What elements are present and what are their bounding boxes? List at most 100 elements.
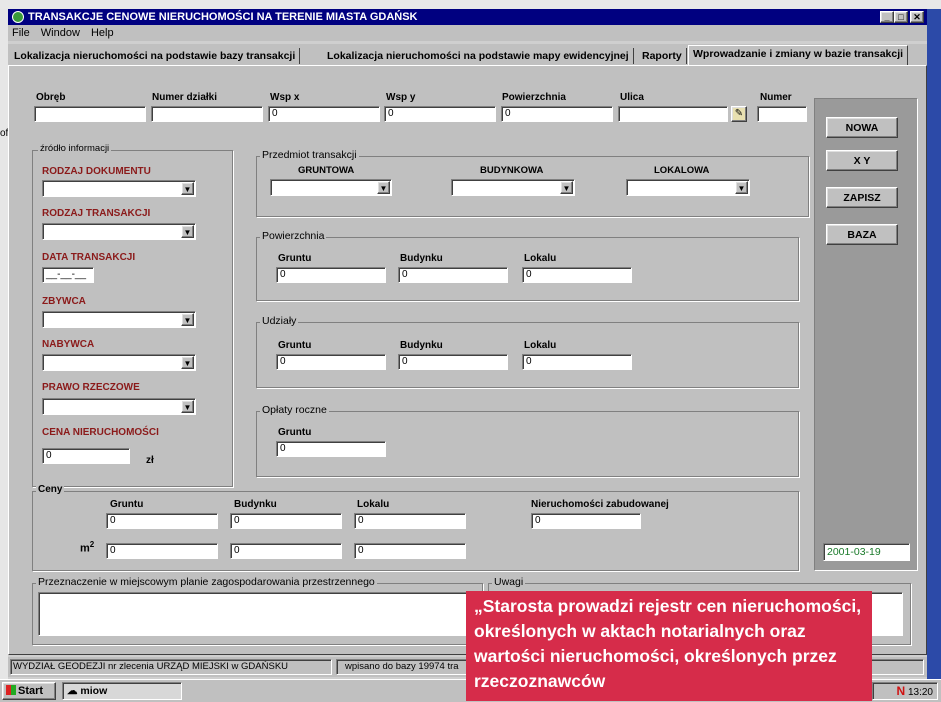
wsp-x-input[interactable]: 0 (268, 106, 380, 122)
pow-gruntu-input[interactable]: 0 (276, 267, 386, 283)
unit-m2-base: m (80, 542, 90, 555)
status-left: WYDZIAŁ GEODEZJI nr zlecenia URZĄD MIEJS… (10, 659, 332, 675)
udz-gruntu-input[interactable]: 0 (276, 354, 386, 370)
window-title: TRANSAKCJE CENOWE NIERUCHOMOŚCI NA TEREN… (28, 11, 418, 23)
zbywca-select[interactable]: ▼ (42, 311, 196, 328)
unit-m2-exponent: 2 (89, 540, 95, 549)
opl-gruntu-input[interactable]: 0 (276, 441, 386, 457)
label-udz-lokalu: Lokalu (524, 340, 557, 351)
gruntowa-select[interactable]: ▼ (270, 179, 392, 196)
data-transakcji-input[interactable]: __-__-__ (42, 267, 94, 283)
label-wsp-y: Wsp y (386, 92, 416, 103)
zapisz-button[interactable]: ZAPISZ (826, 187, 898, 208)
oplaty-group-title: Opłaty roczne (260, 404, 329, 416)
desktop-top-strip (0, 0, 941, 9)
label-rodzaj-transakcji: RODZAJ TRANSAKCJI (42, 208, 151, 219)
label-udz-budynku: Budynku (400, 340, 443, 351)
clock: 13:20 (907, 687, 933, 698)
label-obreb: Obręb (36, 92, 66, 103)
tray-n-icon[interactable]: N (897, 684, 906, 698)
tab-lokalizacja-mapa[interactable]: Lokalizacja nieruchomości na podstawie m… (323, 48, 634, 64)
app-icon (12, 11, 24, 23)
pow-lokalu-input[interactable]: 0 (522, 267, 632, 283)
chevron-down-icon[interactable]: ▼ (377, 181, 390, 194)
chevron-down-icon[interactable]: ▼ (181, 356, 194, 369)
close-button[interactable]: ✕ (910, 11, 924, 23)
wsp-y-input[interactable]: 0 (384, 106, 496, 122)
chevron-down-icon[interactable]: ▼ (181, 225, 194, 238)
date-display: 2001-03-19 (823, 543, 910, 561)
cena-input[interactable]: 0 (42, 448, 130, 464)
lokalowa-select[interactable]: ▼ (626, 179, 750, 196)
label-ceny-budynku: Budynku (234, 499, 277, 510)
status-left-text: WYDZIAŁ GEODEZJI nr zlecenia URZĄD MIEJS… (13, 661, 289, 672)
powierzchnia-input[interactable]: 0 (501, 106, 613, 122)
rodzaj-transakcji-select[interactable]: ▼ (42, 223, 196, 240)
xy-button[interactable]: X Y (826, 150, 898, 171)
label-opl-gruntu: Gruntu (278, 427, 312, 438)
desktop-left-strip (0, 0, 8, 679)
label-cena-nieruchomosci: CENA NIERUCHOMOŚCI (42, 427, 159, 438)
window-title-bar[interactable]: TRANSAKCJE CENOWE NIERUCHOMOŚCI NA TEREN… (8, 9, 927, 25)
label-gruntowa: GRUNTOWA (298, 165, 355, 176)
tab-wprowadzanie[interactable]: Wprowadzanie i zmiany w bazie transakcji (688, 45, 909, 67)
label-pow-budynku: Budynku (400, 253, 443, 264)
label-data-transakcji: DATA TRANSAKCJI (42, 252, 136, 263)
menu-help[interactable]: Help (91, 27, 114, 39)
udz-budynku-input[interactable]: 0 (398, 354, 508, 370)
menu-bar: File Window Help (8, 25, 927, 41)
obreb-input[interactable] (34, 106, 146, 122)
tab-raporty[interactable]: Raporty (638, 48, 687, 64)
ceny-gruntu-input[interactable]: 0 (106, 513, 218, 529)
ceny-group (32, 491, 799, 571)
udzialy-group-title: Udziały (260, 315, 299, 327)
menu-file[interactable]: File (12, 27, 30, 39)
pow-budynku-input[interactable]: 0 (398, 267, 508, 283)
chevron-down-icon[interactable]: ▼ (181, 400, 194, 413)
prawo-rzeczowe-select[interactable]: ▼ (42, 398, 196, 415)
powierzchnia-group-title: Powierzchnia (260, 230, 327, 242)
ceny-m2-gruntu-input[interactable]: 0 (106, 543, 218, 559)
maximize-button[interactable]: □ (894, 11, 908, 23)
baza-button[interactable]: BAZA (826, 224, 898, 245)
numer-input[interactable] (757, 106, 807, 122)
przeznaczenie-textarea[interactable] (38, 592, 475, 636)
chevron-down-icon[interactable]: ▼ (560, 181, 573, 194)
ulica-input[interactable] (618, 106, 728, 122)
chevron-down-icon[interactable]: ▼ (181, 182, 194, 195)
menu-window[interactable]: Window (41, 27, 80, 39)
label-numer: Numer (760, 92, 792, 103)
ceny-m2-budynku-input[interactable]: 0 (230, 543, 342, 559)
przeznaczenie-group-title: Przeznaczenie w miejscowym planie zagosp… (36, 576, 377, 588)
budynkowa-select[interactable]: ▼ (451, 179, 575, 196)
ceny-zabudowanej-input[interactable]: 0 (531, 513, 641, 529)
nowa-button[interactable]: NOWA (826, 117, 898, 138)
label-pow-gruntu: Gruntu (278, 253, 312, 264)
app-task-icon: ☁ (67, 685, 78, 697)
uwagi-group-title: Uwagi (492, 576, 526, 588)
status-right-text: wpisano do bazy 19974 tra (345, 661, 459, 672)
start-label: Start (18, 685, 44, 697)
taskbar-app-miow[interactable]: ☁ miow (62, 682, 182, 700)
start-button[interactable]: Start (2, 682, 56, 700)
numer-dzialki-input[interactable] (151, 106, 263, 122)
chevron-down-icon[interactable]: ▼ (181, 313, 194, 326)
label-budynkowa: BUDYNKOWA (480, 165, 544, 176)
street-lookup-icon[interactable]: ✎ (731, 106, 747, 122)
label-ceny-zabudowanej: Nieruchomości zabudowanej (531, 499, 669, 510)
system-tray: N 13:20 (872, 682, 938, 700)
rodzaj-dokumentu-select[interactable]: ▼ (42, 180, 196, 197)
chevron-down-icon[interactable]: ▼ (735, 181, 748, 194)
desktop-right-strip (927, 0, 941, 679)
label-lokalowa: LOKALOWA (654, 165, 710, 176)
tab-lokalizacja-baza[interactable]: Lokalizacja nieruchomości na podstawie b… (10, 48, 301, 64)
ceny-budynku-input[interactable]: 0 (230, 513, 342, 529)
label-ceny-lokalu: Lokalu (357, 499, 390, 510)
ceny-lokalu-input[interactable]: 0 (354, 513, 466, 529)
nabywca-select[interactable]: ▼ (42, 354, 196, 371)
label-prawo-rzeczowe: PRAWO RZECZOWE (42, 382, 140, 393)
ceny-m2-lokalu-input[interactable]: 0 (354, 543, 466, 559)
udz-lokalu-input[interactable]: 0 (522, 354, 632, 370)
minimize-button[interactable]: _ (880, 11, 894, 23)
label-pow-lokalu: Lokalu (524, 253, 557, 264)
